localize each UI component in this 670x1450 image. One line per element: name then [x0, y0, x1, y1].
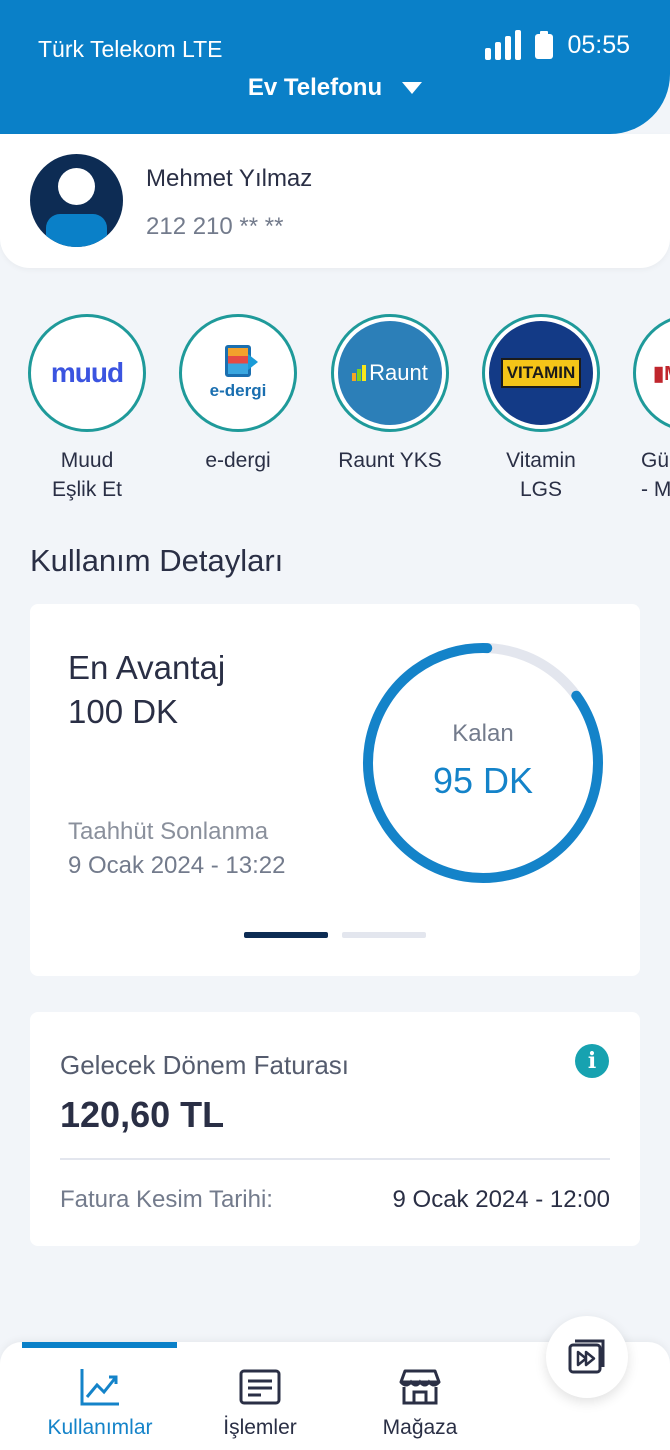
carrier-name: Türk Telekom LTE — [38, 36, 223, 62]
e-dergi-logo: e-dergi — [209, 381, 267, 400]
list-icon — [180, 1366, 340, 1408]
service-label: Raunt YKS — [338, 449, 442, 472]
status-time: 05:55 — [567, 30, 630, 59]
pager-dot[interactable] — [342, 932, 426, 938]
invoice-date-value: 9 Ocak 2024 - 12:00 — [392, 1186, 610, 1213]
nav-item-magaza[interactable]: Mağaza — [340, 1342, 500, 1440]
service-label: Vitamin LGS — [506, 449, 576, 501]
vitamin-logo: VITAMIN — [500, 358, 582, 388]
usage-pager[interactable] — [244, 932, 426, 938]
plan-name: En Avantaj 100 DK — [68, 649, 226, 730]
service-label: Gü - M — [641, 449, 670, 501]
remaining-value: 95 DK — [432, 760, 534, 801]
profile-name: Mehmet Yılmaz — [146, 165, 313, 192]
commitment-label: Taahhüt Sonlanma — [68, 818, 269, 845]
invoice-amount: 120,60 TL — [60, 1094, 225, 1135]
line-selector[interactable]: Ev Telefonu — [0, 74, 670, 102]
chart-line-icon — [20, 1366, 180, 1408]
service-label: Muud Eşlik Et — [51, 449, 122, 501]
status-indicators: 05:55 — [485, 30, 630, 60]
nav-label: İşlemler — [223, 1416, 297, 1439]
nav-item-islemler[interactable]: İşlemler — [180, 1342, 340, 1440]
service-label: e-dergi — [205, 449, 271, 472]
service-raunt-yks[interactable]: Raunt Raunt YKS — [325, 314, 455, 475]
invoice-date-label: Fatura Kesim Tarihi: — [60, 1186, 273, 1213]
profile-phone: 212 210 ** ** — [146, 213, 284, 240]
service-partial[interactable]: ▮M Gü- M — [627, 314, 670, 504]
profile-card[interactable]: Mehmet Yılmaz 212 210 ** ** — [0, 134, 670, 268]
divider — [60, 1158, 610, 1160]
video-play-icon — [568, 1339, 605, 1374]
nav-label: Kullanımlar — [47, 1416, 153, 1439]
invoice-card[interactable]: Gelecek Dönem Faturası i 120,60 TL Fatur… — [30, 1012, 640, 1246]
line-selector-label: Ev Telefonu — [247, 74, 383, 101]
pager-dot-active[interactable] — [244, 932, 328, 938]
info-icon[interactable]: i — [575, 1044, 609, 1078]
chevron-down-icon — [402, 82, 423, 94]
service-e-dergi[interactable]: e-dergi e-dergi — [173, 314, 303, 475]
signal-icon — [485, 30, 522, 60]
avatar — [30, 154, 123, 247]
remaining-label: Kalan — [452, 720, 514, 747]
service-vitamin-lgs[interactable]: VITAMIN Vitamin LGS — [476, 314, 606, 504]
tablet-icon — [225, 345, 258, 377]
nav-item-kullanimlar[interactable]: Kullanımlar — [20, 1342, 180, 1440]
invoice-title: Gelecek Dönem Faturası — [60, 1050, 350, 1080]
raunt-logo: Raunt — [369, 360, 428, 385]
partial-logo-icon: ▮M — [653, 362, 670, 385]
battery-icon — [535, 31, 554, 59]
raunt-bars-icon — [352, 365, 367, 381]
services-carousel[interactable]: muud Muud Eşlik Et e-dergi e-dergi Raunt … — [0, 314, 670, 504]
usage-card[interactable]: En Avantaj 100 DK Taahhüt Sonlanma 9 Ocak… — [30, 604, 640, 976]
muud-logo: muud — [50, 357, 124, 388]
store-icon — [340, 1366, 500, 1408]
service-muud[interactable]: muud Muud Eşlik Et — [22, 314, 152, 504]
video-play-button[interactable] — [546, 1316, 628, 1398]
commitment-date: 9 Ocak 2024 - 13:22 — [68, 852, 286, 879]
app-header: Türk Telekom LTE 05:55 Ev Telefonu — [0, 0, 670, 134]
usage-section-title: Kullanım Detayları — [30, 543, 284, 578]
nav-label: Mağaza — [382, 1416, 458, 1439]
